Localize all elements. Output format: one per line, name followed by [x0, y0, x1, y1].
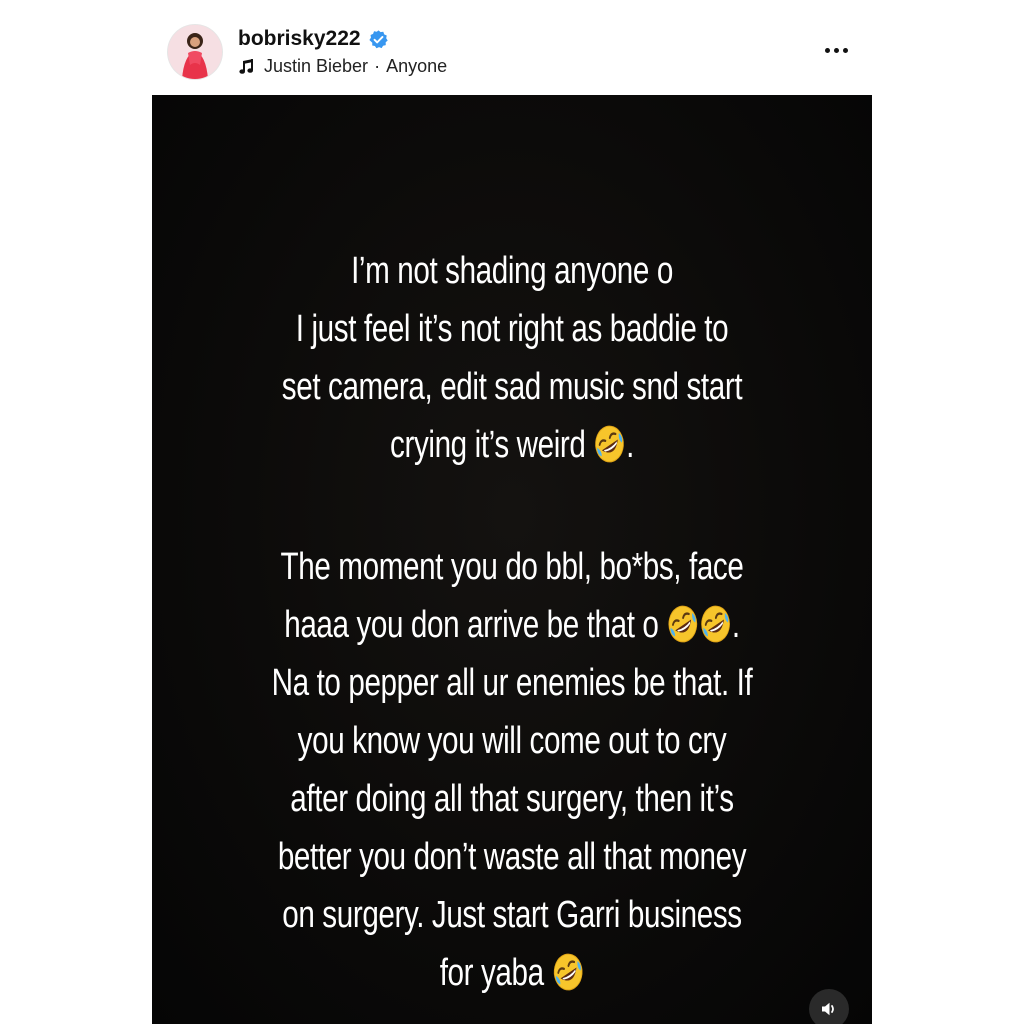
rofl-emoji-icon [666, 603, 699, 645]
more-options-icon [823, 47, 850, 53]
story-line: set camera, edit sad music snd start [281, 366, 743, 408]
story-line-with-emoji: haaa you don arrive be that o . [231, 596, 793, 654]
story-line: I just feel it’s not right as baddie to [295, 308, 729, 350]
music-info[interactable]: Justin Bieber · Anyone [238, 56, 447, 77]
story-line: after doing all that surgery, then it’s [290, 778, 734, 820]
story-line-text: for yaba [439, 952, 544, 994]
story-text-block-2: The moment you do bbl, bo*bs, face haaa … [231, 538, 793, 1002]
story-line: you know you will come out to cry [297, 720, 727, 762]
story-line-end: . [626, 424, 634, 466]
story-text-block-1: I’m not shading anyone o I just feel it’… [231, 242, 793, 474]
story-line: The moment you do bbl, bo*bs, face [280, 546, 744, 588]
story-content: I’m not shading anyone o I just feel it’… [152, 95, 872, 1024]
story-line-text: haaa you don arrive be that o [284, 604, 659, 646]
sound-toggle-button[interactable] [809, 989, 849, 1024]
story-line-with-emoji: for yaba [231, 944, 793, 1002]
story-line: on surgery. Just start Garri business [282, 894, 742, 936]
profile-avatar[interactable] [168, 25, 222, 79]
story-line-with-emoji: crying it’s weird . [231, 416, 793, 474]
story-line: Na to pepper all ur enemies be that. If [271, 662, 753, 704]
story-line: I’m not shading anyone o [351, 250, 673, 292]
verified-badge-icon [368, 29, 389, 50]
music-separator: · [374, 56, 381, 76]
username-row[interactable]: bobrisky222 [238, 27, 389, 51]
post-header: bobrisky222 Justin Bieber · Anyone [0, 0, 1024, 95]
sound-icon [819, 999, 839, 1019]
story-line-end: . [731, 604, 740, 646]
rofl-emoji-icon [593, 423, 626, 465]
username[interactable]: bobrisky222 [238, 27, 361, 51]
music-artist[interactable]: Justin Bieber [264, 56, 368, 77]
more-options-button[interactable] [816, 38, 856, 62]
rofl-emoji-icon [552, 951, 585, 993]
rofl-emoji-icon [699, 603, 732, 645]
story-line-text: crying it’s weird [390, 424, 586, 466]
music-note-icon [238, 58, 256, 76]
music-title[interactable]: Anyone [386, 56, 447, 77]
story-line: better you don’t waste all that money [277, 836, 747, 878]
